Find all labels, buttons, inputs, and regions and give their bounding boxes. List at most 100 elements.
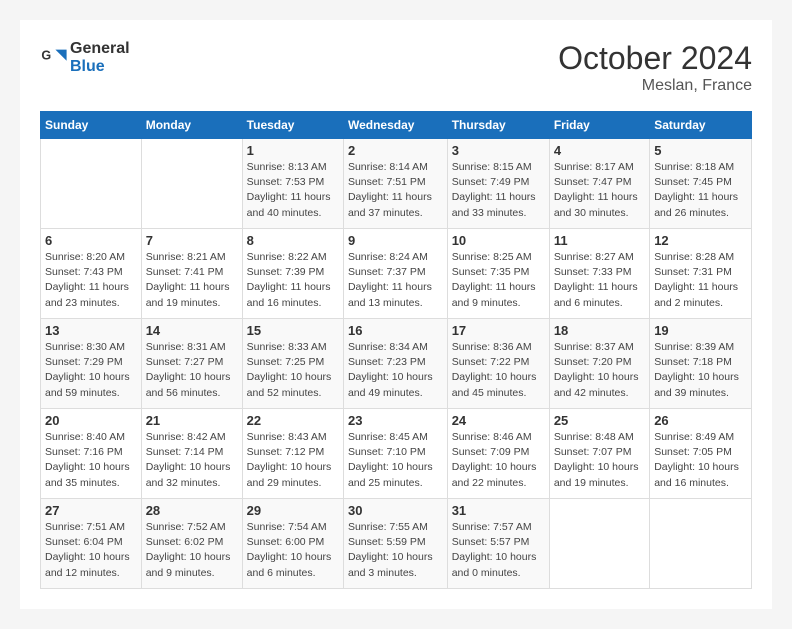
day-cell: 18Sunrise: 8:37 AM Sunset: 7:20 PM Dayli… bbox=[549, 319, 649, 409]
day-cell: 3 Sunrise: 8:15 AM Sunset: 7:49 PM Daylig… bbox=[447, 139, 549, 229]
day-cell: 25Sunrise: 8:48 AM Sunset: 7:07 PM Dayli… bbox=[549, 409, 649, 499]
day-info: Sunrise: 8:20 AM Sunset: 7:43 PM Dayligh… bbox=[45, 250, 137, 311]
day-info: Sunrise: 8:34 AM Sunset: 7:23 PM Dayligh… bbox=[348, 340, 443, 401]
day-cell: 7 Sunrise: 8:21 AM Sunset: 7:41 PM Daylig… bbox=[141, 229, 242, 319]
day-cell: 27 Sunrise: 7:51 AM Sunset: 6:04 PM Dayli… bbox=[41, 499, 142, 589]
day-cell bbox=[549, 499, 649, 589]
day-number: 31 bbox=[452, 503, 545, 518]
col-monday: Monday bbox=[141, 112, 242, 139]
day-cell: 13Sunrise: 8:30 AM Sunset: 7:29 PM Dayli… bbox=[41, 319, 142, 409]
day-number: 9 bbox=[348, 233, 443, 248]
day-info: Sunrise: 8:40 AM Sunset: 7:16 PM Dayligh… bbox=[45, 430, 137, 491]
day-number: 6 bbox=[45, 233, 137, 248]
day-number: 15 bbox=[247, 323, 339, 338]
col-friday: Friday bbox=[549, 112, 649, 139]
col-saturday: Saturday bbox=[650, 112, 752, 139]
day-cell: 15 Sunrise: 8:33 AM Sunset: 7:25 PM Dayli… bbox=[242, 319, 343, 409]
day-info: Sunrise: 8:21 AM Sunset: 7:41 PM Dayligh… bbox=[146, 250, 238, 311]
col-wednesday: Wednesday bbox=[343, 112, 447, 139]
day-cell: 1 Sunrise: 8:13 AM Sunset: 7:53 PM Daylig… bbox=[242, 139, 343, 229]
calendar-table: Sunday Monday Tuesday Wednesday Thursday… bbox=[40, 111, 752, 589]
location: Meslan, France bbox=[558, 77, 752, 95]
day-cell: 16 Sunrise: 8:34 AM Sunset: 7:23 PM Dayli… bbox=[343, 319, 447, 409]
day-number: 30 bbox=[348, 503, 443, 518]
day-cell: 29 Sunrise: 7:54 AM Sunset: 6:00 PM Dayli… bbox=[242, 499, 343, 589]
day-number: 24 bbox=[452, 413, 545, 428]
month-title: October 2024 bbox=[558, 40, 752, 77]
weekday-header-row: Sunday Monday Tuesday Wednesday Thursday… bbox=[41, 112, 752, 139]
day-info: Sunrise: 7:57 AM Sunset: 5:57 PM Dayligh… bbox=[452, 520, 545, 581]
day-info: Sunrise: 8:36 AM Sunset: 7:22 PM Dayligh… bbox=[452, 340, 545, 401]
day-info: Sunrise: 7:51 AM Sunset: 6:04 PM Dayligh… bbox=[45, 520, 137, 581]
day-info: Sunrise: 8:33 AM Sunset: 7:25 PM Dayligh… bbox=[247, 340, 339, 401]
day-number: 16 bbox=[348, 323, 443, 338]
calendar-header: G General Blue October 2024 Meslan, Fran… bbox=[40, 40, 752, 95]
day-number: 11 bbox=[554, 233, 645, 248]
day-number: 7 bbox=[146, 233, 238, 248]
week-row-2: 13Sunrise: 8:30 AM Sunset: 7:29 PM Dayli… bbox=[41, 319, 752, 409]
col-thursday: Thursday bbox=[447, 112, 549, 139]
day-number: 23 bbox=[348, 413, 443, 428]
day-number: 27 bbox=[45, 503, 137, 518]
day-info: Sunrise: 8:13 AM Sunset: 7:53 PM Dayligh… bbox=[247, 160, 339, 221]
day-cell: 24 Sunrise: 8:46 AM Sunset: 7:09 PM Dayli… bbox=[447, 409, 549, 499]
week-row-4: 27 Sunrise: 7:51 AM Sunset: 6:04 PM Dayli… bbox=[41, 499, 752, 589]
day-number: 1 bbox=[247, 143, 339, 158]
week-row-3: 20 Sunrise: 8:40 AM Sunset: 7:16 PM Dayli… bbox=[41, 409, 752, 499]
day-cell: 2Sunrise: 8:14 AM Sunset: 7:51 PM Daylig… bbox=[343, 139, 447, 229]
day-cell: 20 Sunrise: 8:40 AM Sunset: 7:16 PM Dayli… bbox=[41, 409, 142, 499]
day-number: 25 bbox=[554, 413, 645, 428]
day-info: Sunrise: 8:39 AM Sunset: 7:18 PM Dayligh… bbox=[654, 340, 747, 401]
day-info: Sunrise: 8:43 AM Sunset: 7:12 PM Dayligh… bbox=[247, 430, 339, 491]
day-info: Sunrise: 8:49 AM Sunset: 7:05 PM Dayligh… bbox=[654, 430, 747, 491]
day-cell: 21 Sunrise: 8:42 AM Sunset: 7:14 PM Dayli… bbox=[141, 409, 242, 499]
logo-text: General Blue bbox=[70, 40, 130, 76]
day-cell: 26Sunrise: 8:49 AM Sunset: 7:05 PM Dayli… bbox=[650, 409, 752, 499]
day-number: 3 bbox=[452, 143, 545, 158]
day-cell: 19 Sunrise: 8:39 AM Sunset: 7:18 PM Dayli… bbox=[650, 319, 752, 409]
day-cell: 31 Sunrise: 7:57 AM Sunset: 5:57 PM Dayli… bbox=[447, 499, 549, 589]
day-number: 29 bbox=[247, 503, 339, 518]
day-info: Sunrise: 8:15 AM Sunset: 7:49 PM Dayligh… bbox=[452, 160, 545, 221]
week-row-1: 6 Sunrise: 8:20 AM Sunset: 7:43 PM Daylig… bbox=[41, 229, 752, 319]
day-info: Sunrise: 8:25 AM Sunset: 7:35 PM Dayligh… bbox=[452, 250, 545, 311]
svg-text:G: G bbox=[41, 48, 51, 62]
day-number: 10 bbox=[452, 233, 545, 248]
logo: G General Blue bbox=[40, 40, 130, 76]
day-info: Sunrise: 7:52 AM Sunset: 6:02 PM Dayligh… bbox=[146, 520, 238, 581]
day-info: Sunrise: 8:18 AM Sunset: 7:45 PM Dayligh… bbox=[654, 160, 747, 221]
day-cell: 30Sunrise: 7:55 AM Sunset: 5:59 PM Dayli… bbox=[343, 499, 447, 589]
day-number: 12 bbox=[654, 233, 747, 248]
day-info: Sunrise: 8:17 AM Sunset: 7:47 PM Dayligh… bbox=[554, 160, 645, 221]
day-cell: 14 Sunrise: 8:31 AM Sunset: 7:27 PM Dayli… bbox=[141, 319, 242, 409]
title-area: October 2024 Meslan, France bbox=[558, 40, 752, 95]
day-number: 17 bbox=[452, 323, 545, 338]
day-cell: 28Sunrise: 7:52 AM Sunset: 6:02 PM Dayli… bbox=[141, 499, 242, 589]
week-row-0: 1 Sunrise: 8:13 AM Sunset: 7:53 PM Daylig… bbox=[41, 139, 752, 229]
day-info: Sunrise: 8:46 AM Sunset: 7:09 PM Dayligh… bbox=[452, 430, 545, 491]
day-info: Sunrise: 8:42 AM Sunset: 7:14 PM Dayligh… bbox=[146, 430, 238, 491]
day-cell: 6 Sunrise: 8:20 AM Sunset: 7:43 PM Daylig… bbox=[41, 229, 142, 319]
day-number: 2 bbox=[348, 143, 443, 158]
day-number: 13 bbox=[45, 323, 137, 338]
day-number: 21 bbox=[146, 413, 238, 428]
day-cell: 12Sunrise: 8:28 AM Sunset: 7:31 PM Dayli… bbox=[650, 229, 752, 319]
day-info: Sunrise: 7:54 AM Sunset: 6:00 PM Dayligh… bbox=[247, 520, 339, 581]
day-cell: 9 Sunrise: 8:24 AM Sunset: 7:37 PM Daylig… bbox=[343, 229, 447, 319]
day-info: Sunrise: 8:24 AM Sunset: 7:37 PM Dayligh… bbox=[348, 250, 443, 311]
logo-icon: G bbox=[40, 44, 68, 72]
day-number: 14 bbox=[146, 323, 238, 338]
day-cell bbox=[141, 139, 242, 229]
day-cell: 4Sunrise: 8:17 AM Sunset: 7:47 PM Daylig… bbox=[549, 139, 649, 229]
day-cell: 5Sunrise: 8:18 AM Sunset: 7:45 PM Daylig… bbox=[650, 139, 752, 229]
calendar-container: G General Blue October 2024 Meslan, Fran… bbox=[20, 20, 772, 609]
day-cell bbox=[650, 499, 752, 589]
day-info: Sunrise: 8:45 AM Sunset: 7:10 PM Dayligh… bbox=[348, 430, 443, 491]
day-number: 8 bbox=[247, 233, 339, 248]
day-cell: 17 Sunrise: 8:36 AM Sunset: 7:22 PM Dayli… bbox=[447, 319, 549, 409]
day-cell bbox=[41, 139, 142, 229]
col-sunday: Sunday bbox=[41, 112, 142, 139]
day-number: 19 bbox=[654, 323, 747, 338]
day-info: Sunrise: 8:31 AM Sunset: 7:27 PM Dayligh… bbox=[146, 340, 238, 401]
day-number: 20 bbox=[45, 413, 137, 428]
